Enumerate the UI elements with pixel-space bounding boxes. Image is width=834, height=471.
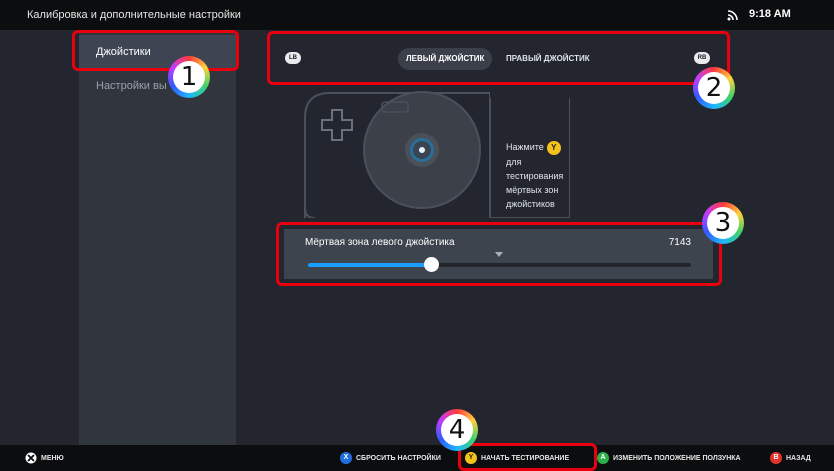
start-test-button[interactable]: Y НАЧАТЬ ТЕСТИРОВАНИЕ [465,452,569,464]
rb-button[interactable]: RB [694,52,710,64]
reset-label: СБРОСИТЬ НАСТРОЙКИ [356,454,441,462]
annotation-badge-2: 2 [693,67,735,109]
back-button[interactable]: B НАЗАД [770,452,811,464]
hint-text: для тестирования мёртвых зон джойстиков [506,156,564,209]
badge-number: 1 [173,61,205,93]
sidebar-item-joysticks[interactable]: Джойстики [79,35,236,69]
annotation-badge-1: 1 [168,56,210,98]
tab-left-joystick[interactable]: ЛЕВЫЙ ДЖОЙСТИК [398,48,493,70]
annotation-badge-3: 3 [702,202,744,244]
deadzone-slider[interactable] [308,257,691,272]
page-title: Калибровка и дополнительные настройки [27,9,241,21]
chevron-down-icon [495,252,503,257]
hint-press: Нажмите [506,142,544,152]
clock: 9:18 AM [749,8,791,20]
network-icon [727,10,738,21]
reset-settings-button[interactable]: X СБРОСИТЬ НАСТРОЙКИ [340,452,441,464]
y-button-icon: Y [546,140,561,155]
a-button-icon: A [597,452,609,464]
sidebar: Джойстики Настройки вы [79,30,236,445]
menu-hint[interactable]: МЕНЮ [25,452,64,464]
badge-number: 4 [441,414,473,446]
deadzone-label: Мёртвая зона левого джойстика [305,237,455,248]
annotation-badge-4: 4 [436,409,478,451]
deadzone-value: 7143 [668,237,691,248]
badge-number: 2 [698,72,730,104]
back-label: НАЗАД [786,454,811,462]
sidebar-item-label: Джойстики [96,46,151,58]
slider-handle[interactable] [423,257,439,272]
slider-fill [308,263,431,267]
deadzone-panel: Мёртвая зона левого джойстика 7143 [284,229,713,279]
footer-bar: МЕНЮ X СБРОСИТЬ НАСТРОЙКИ Y НАЧАТЬ ТЕСТИРО… [0,445,834,471]
badge-number: 3 [707,207,739,239]
test-label: НАЧАТЬ ТЕСТИРОВАНИЕ [481,454,570,462]
lb-button[interactable]: LB [285,52,301,64]
b-button-icon: B [770,452,782,464]
steam-menu-icon [25,452,37,464]
move-slider-button[interactable]: A ИЗМЕНИТЬ ПОЛОЖЕНИЕ ПОЛЗУНКА [597,452,741,464]
tab-right-joystick[interactable]: ПРАВЫЙ ДЖОЙСТИК [498,48,598,70]
y-button-icon: Y [465,452,477,464]
menu-label: МЕНЮ [41,454,64,462]
x-button-icon: X [340,452,352,464]
sidebar-item-label: Настройки вы [96,80,167,92]
move-label: ИЗМЕНИТЬ ПОЛОЖЕНИЕ ПОЛЗУНКА [613,454,741,462]
test-hint: Нажмите Y для тестирования мёртвых зон дж… [506,140,576,211]
top-bar: Калибровка и дополнительные настройки 9:… [0,0,834,30]
sidebar-item-settings[interactable]: Настройки вы [79,69,236,103]
